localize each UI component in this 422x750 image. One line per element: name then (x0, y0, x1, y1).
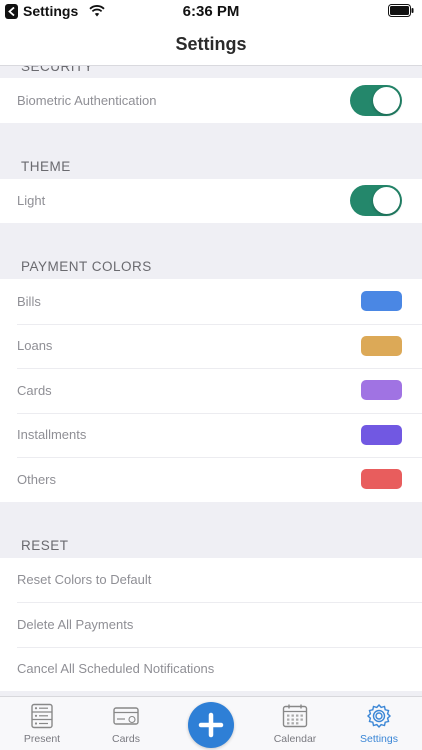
back-to-app-icon[interactable] (5, 3, 18, 19)
row-color-others[interactable]: Others (0, 457, 422, 502)
section-header-payment-colors: PAYMENT COLORS (21, 259, 152, 274)
add-payment-button[interactable] (188, 702, 234, 748)
tab-label: Present (23, 733, 61, 745)
tab-label: Cards (111, 733, 140, 745)
color-swatch-cards[interactable] (361, 380, 402, 401)
color-swatch-installments[interactable] (361, 424, 402, 445)
color-label-installments: Installments (17, 427, 87, 443)
toggle-knob (373, 187, 400, 215)
reset-colors-label: Reset Colors to Default (17, 572, 152, 588)
biometric-toggle[interactable] (350, 84, 402, 116)
row-theme-light: Light (0, 178, 422, 223)
tab-present[interactable]: Present (2, 703, 82, 745)
tab-calendar[interactable]: Calendar (255, 703, 335, 745)
cancel-notifications-button[interactable]: Cancel All Scheduled Notifications (0, 646, 422, 691)
row-color-cards[interactable]: Cards (0, 368, 422, 413)
server-list-icon (31, 703, 53, 729)
delete-all-payments-button[interactable]: Delete All Payments (0, 602, 422, 647)
row-color-bills[interactable]: Bills (0, 279, 422, 324)
color-swatch-bills[interactable] (361, 291, 402, 312)
reset-colors-button[interactable]: Reset Colors to Default (0, 557, 422, 602)
delete-payments-label: Delete All Payments (17, 616, 134, 632)
section-header-theme: THEME (21, 158, 71, 174)
status-left: Settings (5, 3, 105, 19)
settings-list[interactable]: SECURITY Biometric Authentication THEME … (0, 66, 422, 696)
light-label: Light (17, 193, 46, 209)
color-swatch-loans[interactable] (361, 335, 402, 356)
tab-label: Settings (360, 733, 398, 745)
credit-card-icon (113, 707, 139, 725)
wifi-icon (89, 5, 105, 17)
biometric-label: Biometric Authentication (17, 92, 157, 108)
status-bar: Settings 6:36 PM (0, 0, 422, 24)
tab-label: Calendar (273, 733, 317, 745)
color-label-others: Others (17, 471, 57, 487)
toggle-knob (373, 86, 400, 114)
tab-settings[interactable]: Settings (339, 703, 419, 745)
row-color-installments[interactable]: Installments (0, 412, 422, 457)
cancel-notifications-label: Cancel All Scheduled Notifications (17, 661, 215, 677)
color-label-bills: Bills (17, 293, 41, 309)
gear-icon (366, 703, 392, 729)
row-biometric-authentication: Biometric Authentication (0, 78, 422, 123)
row-color-loans[interactable]: Loans (0, 323, 422, 368)
navigation-bar: Settings (0, 24, 422, 66)
color-label-cards: Cards (17, 382, 52, 398)
color-label-loans: Loans (17, 338, 53, 354)
color-swatch-others[interactable] (361, 469, 402, 490)
battery-icon (388, 4, 414, 17)
light-theme-toggle[interactable] (350, 185, 402, 217)
tab-cards[interactable]: Cards (86, 703, 166, 745)
section-header-security: SECURITY (21, 66, 94, 74)
section-header-reset: RESET (21, 537, 69, 553)
page-title: Settings (175, 34, 247, 54)
calendar-icon (282, 704, 308, 728)
back-app-name[interactable]: Settings (23, 3, 78, 19)
plus-icon (198, 712, 224, 738)
